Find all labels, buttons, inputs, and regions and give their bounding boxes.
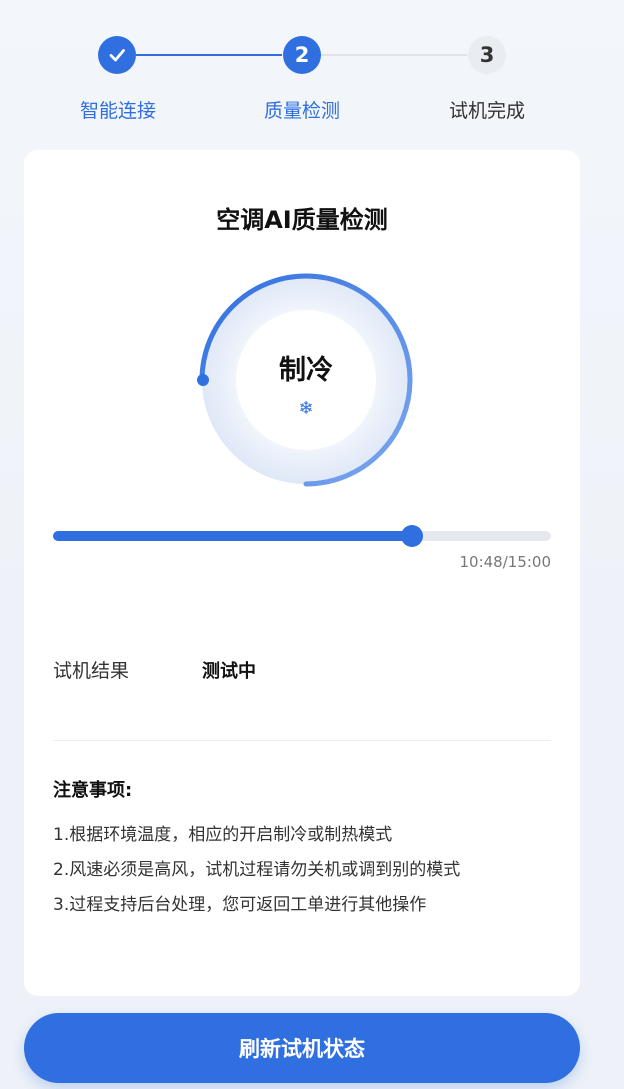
card-title: 空调AI质量检测	[216, 206, 388, 234]
progress-fill	[53, 531, 412, 541]
step-3-indicator: 3	[468, 36, 506, 74]
step-1-label: 智能连接	[79, 100, 156, 122]
result-label: 试机结果	[53, 660, 130, 682]
progress-stepper: 2 3 智能连接 质量检测 试机完成	[0, 0, 624, 150]
quality-check-card: 空调AI质量检测 制冷 ❄ 10:48/15:00 试机结果 测试中 注意事项:…	[24, 150, 580, 996]
result-value: 测试中	[202, 661, 256, 682]
refresh-status-button[interactable]: 刷新试机状态	[24, 1013, 580, 1083]
progress-track	[53, 525, 551, 547]
step-3-label: 试机完成	[448, 100, 525, 122]
notes-title: 注意事项:	[53, 780, 133, 801]
note-item-2: 2.风速必须是高风，试机过程请勿关机或调到别的模式	[53, 860, 461, 880]
note-item-1: 1.根据环境温度，相应的开启制冷或制热模式	[53, 825, 393, 845]
divider	[53, 740, 551, 741]
note-item-3: 3.过程支持后台处理，您可返回工单进行其他操作	[53, 895, 427, 915]
step-2-indicator: 2	[283, 36, 321, 74]
step-2-label: 质量检测	[263, 100, 340, 122]
progress-knob[interactable]	[400, 525, 423, 547]
step-connector-1	[136, 54, 282, 56]
step-1-indicator	[98, 36, 136, 74]
snowflake-icon: ❄	[298, 398, 314, 419]
progress-time: 10:48/15:00	[459, 553, 551, 571]
checkmark-icon	[109, 49, 125, 62]
mode-label: 制冷	[279, 355, 333, 386]
step-connector-2	[320, 54, 467, 56]
